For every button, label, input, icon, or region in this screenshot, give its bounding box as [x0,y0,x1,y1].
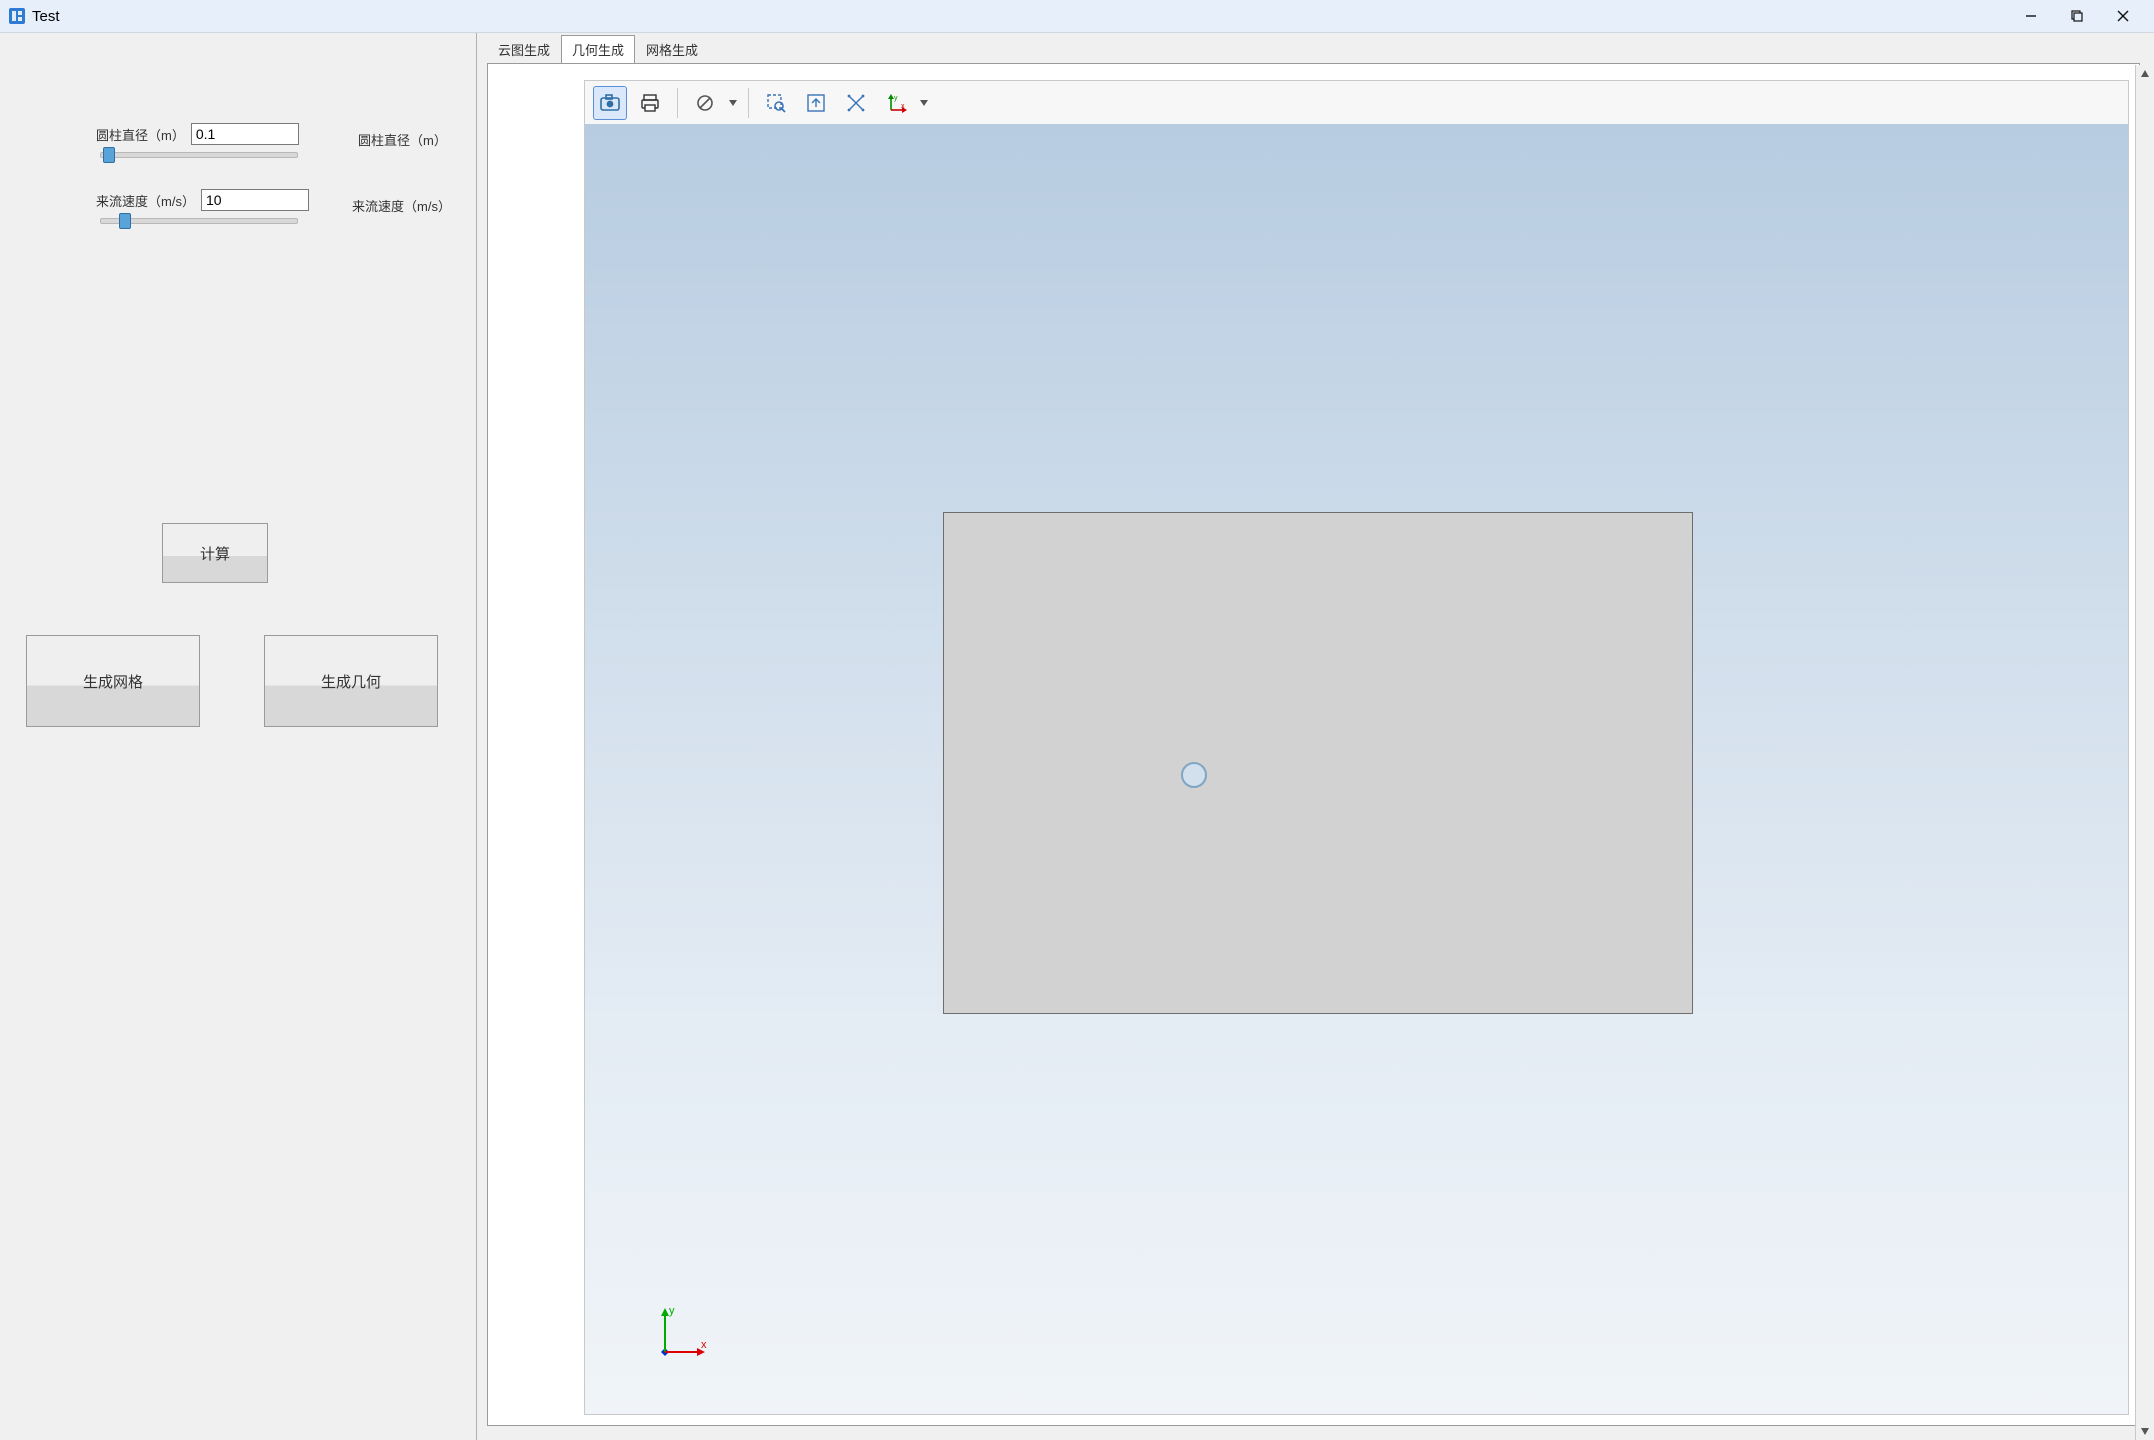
compute-button[interactable]: 计算 [162,523,268,583]
diameter-input[interactable] [191,123,299,145]
tab-mesh[interactable]: 网格生成 [635,35,709,64]
chevron-down-icon [729,99,737,107]
orientation-triad: y x [647,1302,711,1366]
close-button[interactable] [2100,0,2146,32]
velocity-input[interactable] [201,189,309,211]
tab-cloud[interactable]: 云图生成 [487,35,561,64]
scroll-up-button[interactable] [2136,65,2154,83]
vertical-scrollbar[interactable] [2135,65,2154,1440]
generate-geometry-button[interactable]: 生成几何 [264,635,438,727]
computational-domain-rect [943,512,1693,1014]
print-icon [639,92,661,114]
velocity-readout-label: 来流速度（m/s） [352,196,451,215]
right-panel: 云图生成 几何生成 网格生成 [477,33,2154,1440]
close-icon [2117,10,2129,22]
diameter-readout-label: 圆柱直径（m） [358,130,447,149]
velocity-label: 来流速度（m/s） [96,191,195,210]
zoom-box-icon [765,92,787,114]
svg-text:x: x [901,103,905,110]
diameter-row: 圆柱直径（m） [96,123,299,145]
graphics-frame: y x [487,63,2140,1426]
generate-mesh-button[interactable]: 生成网格 [26,635,200,727]
measure-button[interactable] [839,86,873,120]
graphics-toolbar: y x [584,80,2129,126]
scroll-down-button[interactable] [2136,1422,2154,1440]
clear-button[interactable] [688,86,722,120]
cylinder-geometry [1181,762,1207,788]
toolbar-separator [677,88,678,118]
tab-bar: 云图生成 几何生成 网格生成 [487,38,709,64]
generate-geometry-label: 生成几何 [321,671,381,692]
chevron-down-icon [2140,1426,2150,1436]
left-panel: 圆柱直径（m） 来流速度（m/s） 圆柱直径（m） 来流速度（m/s） 计算 生… [0,33,477,1440]
triad-y-label: y [669,1305,675,1317]
axes-dropdown[interactable] [919,87,929,119]
maximize-icon [2071,10,2083,22]
chevron-down-icon [920,99,928,107]
zoom-box-button[interactable] [759,86,793,120]
compute-button-label: 计算 [200,543,230,564]
minimize-icon [2025,10,2037,22]
measure-icon [845,92,867,114]
print-button[interactable] [633,86,667,120]
fit-view-icon [805,92,827,114]
chevron-up-icon [2140,69,2150,79]
triad-x-label: x [701,1339,707,1351]
generate-mesh-label: 生成网格 [83,671,143,692]
null-icon [694,92,716,114]
axes-orient-icon: y x [885,92,907,114]
toolbar-separator [748,88,749,118]
velocity-slider[interactable] [100,218,298,224]
clear-dropdown[interactable] [728,87,738,119]
svg-text:y: y [894,95,898,102]
diameter-slider-thumb[interactable] [103,147,115,163]
tab-geometry[interactable]: 几何生成 [561,35,635,64]
diameter-slider[interactable] [100,152,298,158]
velocity-row: 来流速度（m/s） [96,189,309,211]
camera-icon [599,92,621,114]
screenshot-button[interactable] [593,86,627,120]
app-icon [8,7,26,25]
title-bar: Test [0,0,2154,33]
fit-view-button[interactable] [799,86,833,120]
axes-orient-button[interactable]: y x [879,86,913,120]
window-title: Test [32,8,60,25]
diameter-label: 圆柱直径（m） [96,125,185,144]
velocity-slider-thumb[interactable] [119,213,131,229]
viewport-3d[interactable]: y x [584,124,2129,1415]
minimize-button[interactable] [2008,0,2054,32]
maximize-button[interactable] [2054,0,2100,32]
